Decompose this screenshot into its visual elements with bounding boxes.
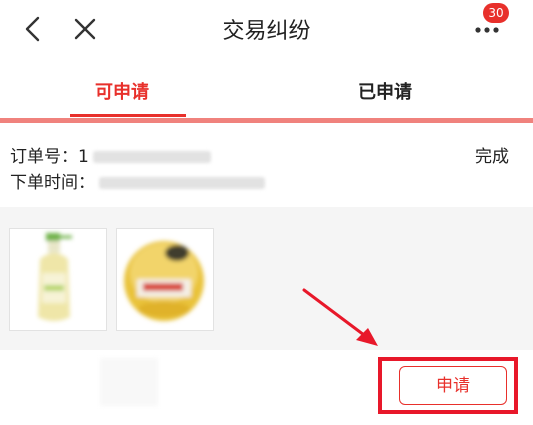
order-info: 订单号：1 下单时间： 完成 (0, 123, 533, 207)
tab-applied[interactable]: 已申请 (358, 78, 412, 104)
bottle-image (38, 233, 72, 321)
snack-tub-image (124, 241, 204, 321)
order-number-value: 1 (78, 147, 89, 167)
blurred-area (100, 358, 158, 406)
order-number-redacted (92, 151, 211, 163)
product-thumbnail[interactable] (116, 228, 214, 331)
product-list[interactable] (0, 207, 533, 350)
order-number-row: 订单号：1 (10, 142, 211, 167)
order-time-row: 下单时间： (10, 168, 265, 193)
notification-badge: 30 (483, 3, 509, 23)
page-title: 交易纠纷 (222, 19, 311, 44)
annotation-arrow-icon (302, 288, 378, 346)
top-bar: 交易纠纷 30 (0, 0, 533, 58)
order-time-label: 下单时间： (10, 173, 95, 193)
tab-can-apply[interactable]: 可申请 (95, 78, 149, 104)
active-tab-indicator (70, 114, 186, 117)
product-thumbnail[interactable] (9, 228, 107, 331)
annotation-highlight-box (378, 357, 518, 414)
order-time-redacted (99, 177, 265, 189)
order-status: 完成 (475, 147, 509, 167)
order-number-label: 订单号： (10, 147, 78, 167)
tab-bar: 可申请 已申请 (0, 58, 533, 120)
